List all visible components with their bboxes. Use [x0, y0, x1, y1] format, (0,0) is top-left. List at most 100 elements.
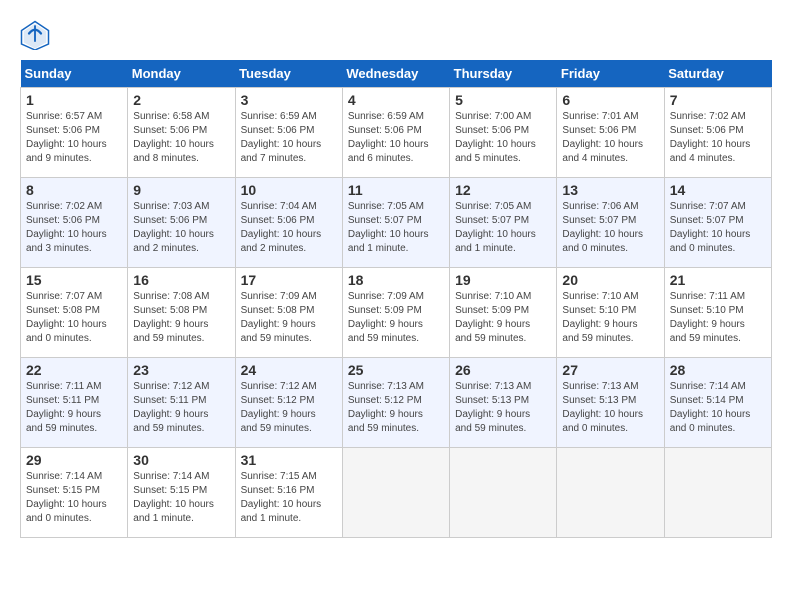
calendar-table: SundayMondayTuesdayWednesdayThursdayFrid… [20, 60, 772, 538]
calendar-cell: 22 Sunrise: 7:11 AM Sunset: 5:11 PM Dayli… [21, 358, 128, 448]
day-number: 13 [562, 182, 658, 198]
day-info: Sunrise: 7:15 AM Sunset: 5:16 PM Dayligh… [241, 470, 337, 526]
day-info: Sunrise: 7:03 AM Sunset: 5:06 PM Dayligh… [133, 200, 229, 256]
day-number: 8 [26, 182, 122, 198]
page-header [20, 20, 772, 50]
day-info: Sunrise: 7:02 AM Sunset: 5:06 PM Dayligh… [26, 200, 122, 256]
calendar-cell: 16 Sunrise: 7:08 AM Sunset: 5:08 PM Dayli… [128, 268, 235, 358]
calendar-cell [664, 448, 771, 538]
day-number: 2 [133, 92, 229, 108]
day-info: Sunrise: 6:59 AM Sunset: 5:06 PM Dayligh… [348, 110, 444, 166]
day-info: Sunrise: 6:57 AM Sunset: 5:06 PM Dayligh… [26, 110, 122, 166]
day-number: 10 [241, 182, 337, 198]
day-number: 7 [670, 92, 766, 108]
day-number: 1 [26, 92, 122, 108]
day-info: Sunrise: 7:14 AM Sunset: 5:15 PM Dayligh… [133, 470, 229, 526]
calendar-cell: 18Sunrise: 7:09 AM Sunset: 5:09 PM Dayli… [342, 268, 449, 358]
day-info: Sunrise: 6:59 AM Sunset: 5:06 PM Dayligh… [241, 110, 337, 166]
day-info: Sunrise: 7:11 AM Sunset: 5:10 PM Dayligh… [670, 290, 766, 346]
day-header-friday: Friday [557, 60, 664, 88]
day-number: 4 [348, 92, 444, 108]
calendar-cell: 29 Sunrise: 7:14 AM Sunset: 5:15 PM Dayli… [21, 448, 128, 538]
calendar-cell: 30 Sunrise: 7:14 AM Sunset: 5:15 PM Dayli… [128, 448, 235, 538]
calendar-cell: 17 Sunrise: 7:09 AM Sunset: 5:08 PM Dayli… [235, 268, 342, 358]
day-header-monday: Monday [128, 60, 235, 88]
day-number: 28 [670, 362, 766, 378]
day-info: Sunrise: 6:58 AM Sunset: 5:06 PM Dayligh… [133, 110, 229, 166]
day-info: Sunrise: 7:07 AM Sunset: 5:07 PM Dayligh… [670, 200, 766, 256]
day-info: Sunrise: 7:14 AM Sunset: 5:14 PM Dayligh… [670, 380, 766, 436]
calendar-week-row: 8 Sunrise: 7:02 AM Sunset: 5:06 PM Daylig… [21, 178, 772, 268]
calendar-cell: 1 Sunrise: 6:57 AM Sunset: 5:06 PM Daylig… [21, 88, 128, 178]
calendar-cell: 12 Sunrise: 7:05 AM Sunset: 5:07 PM Dayli… [450, 178, 557, 268]
day-header-tuesday: Tuesday [235, 60, 342, 88]
day-number: 21 [670, 272, 766, 288]
day-info: Sunrise: 7:14 AM Sunset: 5:15 PM Dayligh… [26, 470, 122, 526]
calendar-cell: 31 Sunrise: 7:15 AM Sunset: 5:16 PM Dayli… [235, 448, 342, 538]
day-info: Sunrise: 7:13 AM Sunset: 5:12 PM Dayligh… [348, 380, 444, 436]
calendar-week-row: 22 Sunrise: 7:11 AM Sunset: 5:11 PM Dayli… [21, 358, 772, 448]
day-number: 11 [348, 182, 444, 198]
day-info: Sunrise: 7:05 AM Sunset: 5:07 PM Dayligh… [455, 200, 551, 256]
day-number: 19 [455, 272, 551, 288]
calendar-header-row: SundayMondayTuesdayWednesdayThursdayFrid… [21, 60, 772, 88]
day-header-wednesday: Wednesday [342, 60, 449, 88]
day-info: Sunrise: 7:04 AM Sunset: 5:06 PM Dayligh… [241, 200, 337, 256]
calendar-cell: 26Sunrise: 7:13 AM Sunset: 5:13 PM Dayli… [450, 358, 557, 448]
calendar-cell [342, 448, 449, 538]
day-info: Sunrise: 7:09 AM Sunset: 5:08 PM Dayligh… [241, 290, 337, 346]
calendar-cell: 27Sunrise: 7:13 AM Sunset: 5:13 PM Dayli… [557, 358, 664, 448]
day-number: 17 [241, 272, 337, 288]
calendar-week-row: 1 Sunrise: 6:57 AM Sunset: 5:06 PM Daylig… [21, 88, 772, 178]
calendar-cell: 8 Sunrise: 7:02 AM Sunset: 5:06 PM Daylig… [21, 178, 128, 268]
calendar-week-row: 15Sunrise: 7:07 AM Sunset: 5:08 PM Dayli… [21, 268, 772, 358]
calendar-cell: 24 Sunrise: 7:12 AM Sunset: 5:12 PM Dayli… [235, 358, 342, 448]
day-number: 29 [26, 452, 122, 468]
day-number: 12 [455, 182, 551, 198]
day-info: Sunrise: 7:02 AM Sunset: 5:06 PM Dayligh… [670, 110, 766, 166]
calendar-cell [557, 448, 664, 538]
day-number: 5 [455, 92, 551, 108]
day-info: Sunrise: 7:05 AM Sunset: 5:07 PM Dayligh… [348, 200, 444, 256]
day-header-thursday: Thursday [450, 60, 557, 88]
day-number: 26 [455, 362, 551, 378]
calendar-cell: 3 Sunrise: 6:59 AM Sunset: 5:06 PM Daylig… [235, 88, 342, 178]
calendar-cell: 9 Sunrise: 7:03 AM Sunset: 5:06 PM Daylig… [128, 178, 235, 268]
calendar-cell: 20 Sunrise: 7:10 AM Sunset: 5:10 PM Dayli… [557, 268, 664, 358]
day-number: 16 [133, 272, 229, 288]
calendar-cell: 19 Sunrise: 7:10 AM Sunset: 5:09 PM Dayli… [450, 268, 557, 358]
calendar-cell: 10 Sunrise: 7:04 AM Sunset: 5:06 PM Dayli… [235, 178, 342, 268]
day-number: 20 [562, 272, 658, 288]
day-number: 30 [133, 452, 229, 468]
day-info: Sunrise: 7:01 AM Sunset: 5:06 PM Dayligh… [562, 110, 658, 166]
day-number: 31 [241, 452, 337, 468]
calendar-cell: 5 Sunrise: 7:00 AM Sunset: 5:06 PM Daylig… [450, 88, 557, 178]
day-number: 18 [348, 272, 444, 288]
day-info: Sunrise: 7:00 AM Sunset: 5:06 PM Dayligh… [455, 110, 551, 166]
calendar-cell: 21 Sunrise: 7:11 AM Sunset: 5:10 PM Dayli… [664, 268, 771, 358]
day-info: Sunrise: 7:10 AM Sunset: 5:09 PM Dayligh… [455, 290, 551, 346]
calendar-cell: 7 Sunrise: 7:02 AM Sunset: 5:06 PM Daylig… [664, 88, 771, 178]
day-info: Sunrise: 7:12 AM Sunset: 5:12 PM Dayligh… [241, 380, 337, 436]
calendar-week-row: 29 Sunrise: 7:14 AM Sunset: 5:15 PM Dayli… [21, 448, 772, 538]
day-number: 22 [26, 362, 122, 378]
calendar-cell: 6 Sunrise: 7:01 AM Sunset: 5:06 PM Daylig… [557, 88, 664, 178]
day-number: 6 [562, 92, 658, 108]
day-number: 9 [133, 182, 229, 198]
day-info: Sunrise: 7:10 AM Sunset: 5:10 PM Dayligh… [562, 290, 658, 346]
day-number: 3 [241, 92, 337, 108]
day-info: Sunrise: 7:06 AM Sunset: 5:07 PM Dayligh… [562, 200, 658, 256]
day-info: Sunrise: 7:11 AM Sunset: 5:11 PM Dayligh… [26, 380, 122, 436]
logo-icon [20, 20, 50, 50]
logo [20, 20, 54, 50]
day-info: Sunrise: 7:08 AM Sunset: 5:08 PM Dayligh… [133, 290, 229, 346]
calendar-cell: 11 Sunrise: 7:05 AM Sunset: 5:07 PM Dayli… [342, 178, 449, 268]
calendar-cell: 14Sunrise: 7:07 AM Sunset: 5:07 PM Dayli… [664, 178, 771, 268]
day-header-saturday: Saturday [664, 60, 771, 88]
day-number: 25 [348, 362, 444, 378]
day-header-sunday: Sunday [21, 60, 128, 88]
day-info: Sunrise: 7:12 AM Sunset: 5:11 PM Dayligh… [133, 380, 229, 436]
calendar-cell: 25 Sunrise: 7:13 AM Sunset: 5:12 PM Dayli… [342, 358, 449, 448]
day-number: 23 [133, 362, 229, 378]
day-number: 24 [241, 362, 337, 378]
